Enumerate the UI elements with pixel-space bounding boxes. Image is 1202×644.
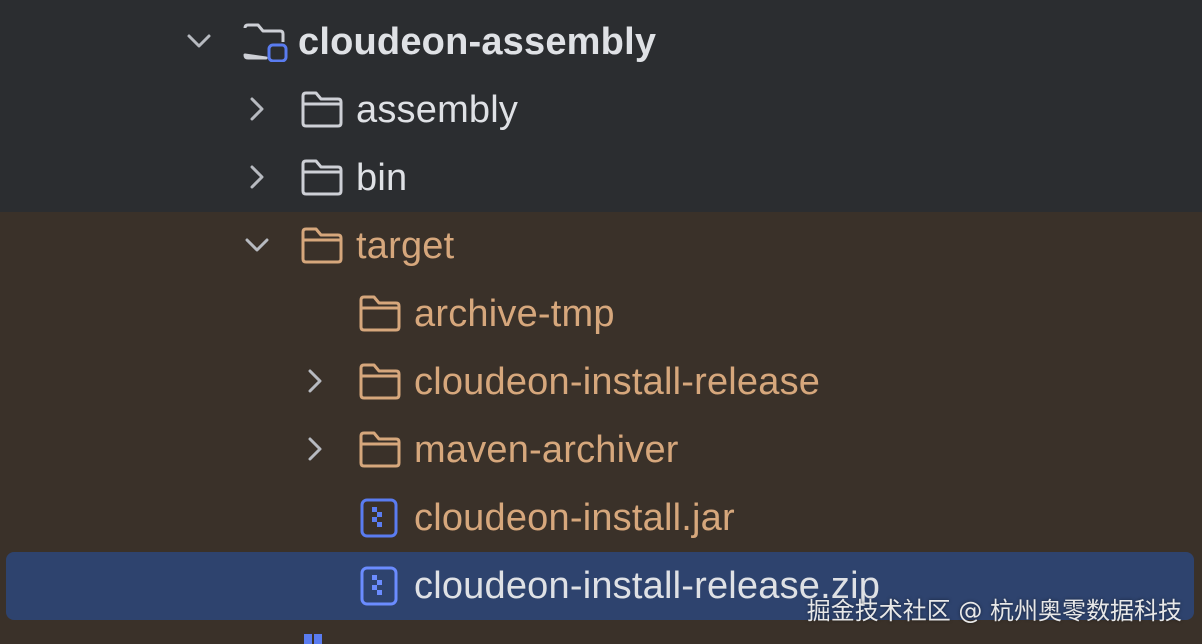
tree-row-assembly[interactable]: assembly (0, 76, 1202, 144)
folder-icon (359, 363, 401, 400)
tree-row-cloudeon-install-release[interactable]: cloudeon-install-release (0, 348, 1202, 416)
tree-item-label: bin (356, 157, 408, 199)
tree-row-archive-tmp[interactable]: archive-tmp (0, 280, 1202, 348)
archive-file-icon (360, 498, 398, 538)
tree-row-cloudeon-install-jar[interactable]: cloudeon-install.jar (0, 484, 1202, 552)
chevron-right-icon[interactable] (302, 436, 328, 462)
tree-item-label: assembly (356, 89, 519, 131)
tree-item-label: archive-tmp (414, 293, 615, 335)
tree-row-cloudeon-assembly[interactable]: cloudeon-assembly (0, 8, 1202, 76)
chevron-right-icon[interactable] (244, 164, 270, 190)
tree-item-label: maven-archiver (414, 429, 679, 471)
tree-item-label: target (356, 225, 455, 267)
chevron-right-icon[interactable] (302, 368, 328, 394)
tree-row-bin[interactable]: bin (0, 144, 1202, 212)
folder-icon (301, 91, 343, 128)
folder-icon (359, 431, 401, 468)
module-folder-icon (243, 23, 288, 62)
tree-row-target[interactable]: target (0, 212, 1202, 280)
chevron-down-icon[interactable] (186, 28, 212, 54)
tree-item-label: cloudeon-install-release (414, 361, 821, 403)
tree-item-label: cloudeon-assembly (298, 21, 657, 63)
tree-row-maven-archiver[interactable]: maven-archiver (0, 416, 1202, 484)
folder-icon (301, 159, 343, 196)
folder-icon (359, 295, 401, 332)
archive-file-icon (360, 566, 398, 606)
chevron-right-icon[interactable] (244, 96, 270, 122)
folder-icon (301, 227, 343, 264)
tree-item-label: cloudeon-install.jar (414, 497, 735, 539)
chevron-down-icon[interactable] (244, 232, 270, 258)
file-icon (304, 634, 322, 644)
watermark: 掘金技术社区 @ 杭州奥零数据科技 (806, 597, 1182, 625)
project-tree: cloudeon-assembly assembly bin target ar… (0, 0, 1202, 644)
